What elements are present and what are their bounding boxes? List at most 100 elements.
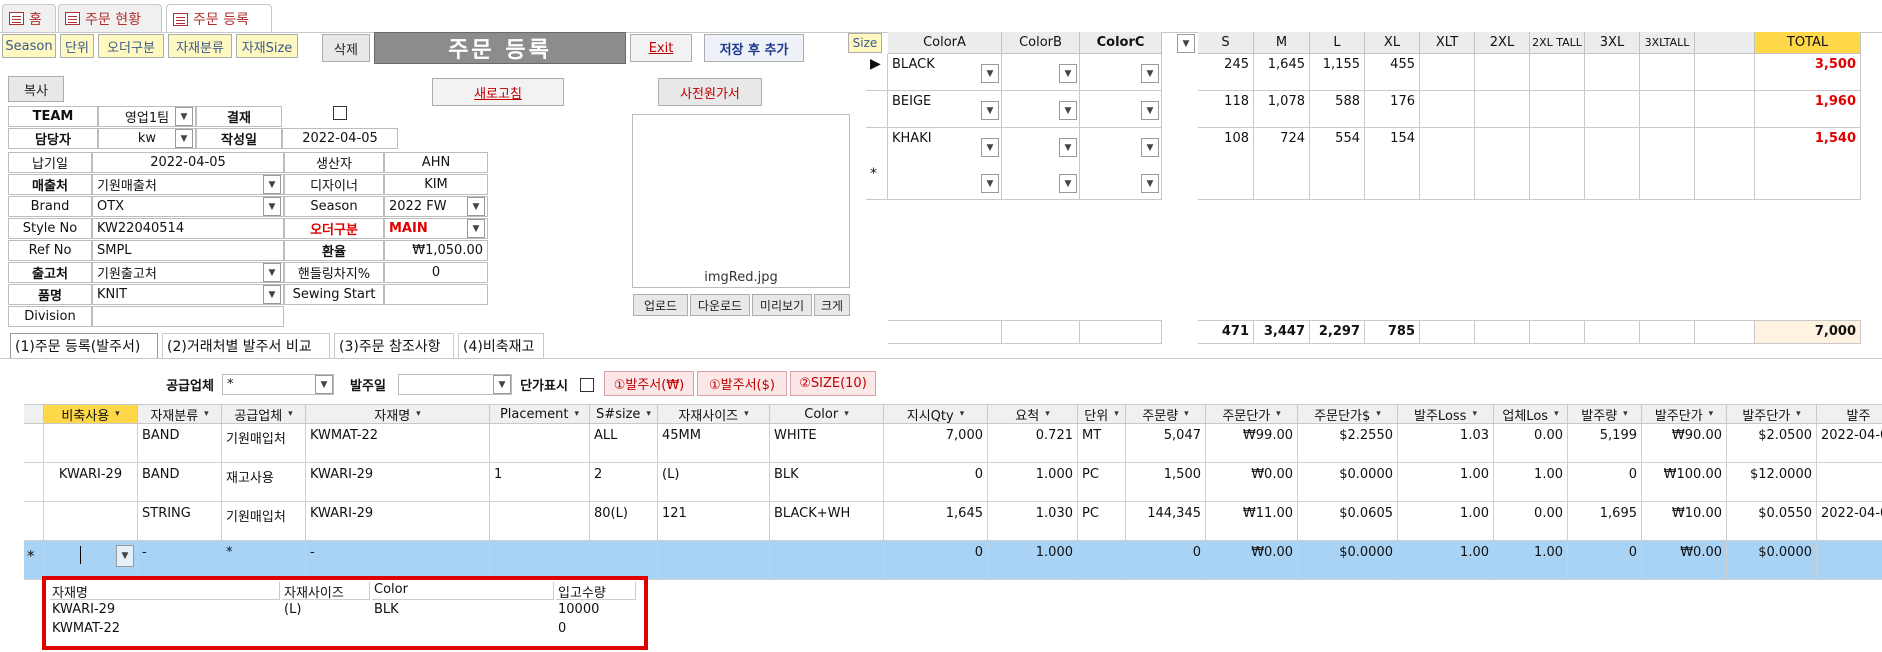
grid-cell[interactable]: BLK bbox=[770, 463, 884, 502]
sort-arrow-icon[interactable]: ▾ bbox=[416, 409, 421, 419]
handling-field[interactable]: 0 bbox=[384, 262, 488, 283]
enlarge-button[interactable]: 크게 bbox=[814, 294, 850, 316]
grid-cell[interactable]: 1.000 bbox=[988, 463, 1078, 502]
tab-order-register[interactable]: 주문 등록 bbox=[166, 4, 272, 33]
grid-cell[interactable]: ₩100.00 bbox=[1642, 463, 1727, 502]
grid-cell[interactable]: 2 bbox=[590, 463, 658, 502]
grid-corner[interactable] bbox=[24, 404, 44, 424]
size-report-button[interactable]: ②SIZE(10) bbox=[790, 371, 876, 396]
refresh-button[interactable]: 새로고침 bbox=[432, 78, 564, 106]
popup-cell[interactable]: KWARI-29 bbox=[50, 602, 280, 620]
grid-cell[interactable]: 1,695 bbox=[1568, 502, 1642, 541]
material-size-button[interactable]: 자재Size bbox=[236, 34, 298, 58]
row-selector[interactable] bbox=[866, 128, 888, 165]
grid-cell[interactable]: ₩0.00 bbox=[1206, 541, 1298, 580]
chevron-down-icon[interactable]: ▼ bbox=[1141, 138, 1159, 157]
size-qty-cell[interactable] bbox=[1420, 164, 1475, 200]
size-qty-cell[interactable] bbox=[1420, 128, 1475, 165]
grid-cell[interactable] bbox=[1817, 541, 1882, 580]
tab-order-status[interactable]: 주문 현황 bbox=[58, 4, 162, 32]
size-qty-cell[interactable] bbox=[1530, 54, 1585, 91]
column-header[interactable]: 자재명 ▾ bbox=[306, 404, 490, 424]
grid-cell[interactable]: 1.00 bbox=[1494, 463, 1568, 502]
grid-cell[interactable]: 1.00 bbox=[1398, 463, 1494, 502]
grid-cell[interactable]: BAND bbox=[138, 424, 222, 463]
item-select[interactable]: KNIT bbox=[92, 284, 284, 305]
size-total-cell[interactable]: 3,500 bbox=[1755, 54, 1861, 91]
size-qty-cell[interactable] bbox=[1530, 128, 1585, 165]
grid-cell[interactable]: 0 bbox=[884, 463, 988, 502]
unit-button[interactable]: 단위 bbox=[60, 34, 94, 58]
grid-cell[interactable]: ₩99.00 bbox=[1206, 424, 1298, 463]
grid-cell[interactable]: 2022-04-0 bbox=[1817, 424, 1882, 463]
order-type-button[interactable]: 오더구분 bbox=[98, 34, 164, 58]
grid-cell[interactable]: 1.00 bbox=[1398, 502, 1494, 541]
popup-cell[interactable]: BLK bbox=[372, 602, 554, 620]
row-selector[interactable] bbox=[866, 91, 888, 128]
grid-cell[interactable]: PC bbox=[1078, 463, 1126, 502]
column-header[interactable]: 지시Qty ▾ bbox=[884, 404, 988, 424]
sort-arrow-icon[interactable]: ▾ bbox=[1184, 409, 1189, 419]
grid-cell[interactable] bbox=[490, 502, 590, 541]
column-header[interactable]: 비축사용 ▾ bbox=[44, 404, 138, 424]
column-header[interactable]: 발주단가 ▾ bbox=[1727, 404, 1817, 424]
grid-cell[interactable]: 1.030 bbox=[988, 502, 1078, 541]
created-field[interactable]: 2022-04-05 bbox=[282, 128, 398, 149]
copy-button[interactable]: 복사 bbox=[8, 76, 64, 102]
due-field[interactable]: 2022-04-05 bbox=[92, 152, 284, 173]
grid-cell[interactable]: 0.721 bbox=[988, 424, 1078, 463]
column-header[interactable]: 주문단가 ▾ bbox=[1206, 404, 1298, 424]
row-selector[interactable] bbox=[24, 463, 44, 502]
grid-cell[interactable]: 1.03 bbox=[1398, 424, 1494, 463]
size-qty-cell[interactable]: 1,645 bbox=[1254, 54, 1310, 91]
size-qty-cell[interactable]: 455 bbox=[1365, 54, 1420, 91]
sort-arrow-icon[interactable]: ▾ bbox=[1045, 409, 1050, 419]
chevron-down-icon[interactable]: ▼ bbox=[1141, 174, 1159, 193]
column-header[interactable]: 발주Loss ▾ bbox=[1398, 404, 1494, 424]
row-selector[interactable] bbox=[24, 502, 44, 541]
column-header[interactable]: Placement ▾ bbox=[490, 404, 590, 424]
size-qty-cell[interactable] bbox=[1695, 164, 1755, 200]
grid-cell[interactable] bbox=[1078, 541, 1126, 580]
chevron-down-icon[interactable]: ▼ bbox=[493, 375, 511, 394]
size-qty-cell[interactable] bbox=[1695, 54, 1755, 91]
chevron-down-icon[interactable]: ▼ bbox=[263, 175, 281, 194]
column-header[interactable]: 요척 ▾ bbox=[988, 404, 1078, 424]
size-qty-cell[interactable]: 588 bbox=[1310, 91, 1365, 128]
size-qty-cell[interactable] bbox=[1310, 164, 1365, 200]
chevron-down-icon[interactable]: ▼ bbox=[467, 219, 485, 238]
grid-cell[interactable]: 1.00 bbox=[1494, 541, 1568, 580]
chevron-down-icon[interactable]: ▼ bbox=[467, 197, 485, 216]
grid-cell[interactable] bbox=[590, 541, 658, 580]
subtab-order-notes[interactable]: (3)주문 참조사항 bbox=[334, 333, 454, 358]
chevron-down-icon[interactable]: ▼ bbox=[981, 64, 999, 83]
grid-cell[interactable]: STRING bbox=[138, 502, 222, 541]
grid-cell[interactable]: 0.00 bbox=[1494, 424, 1568, 463]
grid-cell[interactable]: 1,500 bbox=[1126, 463, 1206, 502]
popup-cell[interactable]: 10000 bbox=[556, 602, 636, 620]
grid-cell[interactable]: 1 bbox=[490, 463, 590, 502]
sort-arrow-icon[interactable]: ▾ bbox=[1796, 409, 1801, 419]
column-header[interactable]: 주문량 ▾ bbox=[1126, 404, 1206, 424]
grid-cell[interactable]: $0.0000 bbox=[1298, 541, 1398, 580]
sort-arrow-icon[interactable]: ▾ bbox=[646, 409, 651, 419]
price-checkbox[interactable] bbox=[580, 378, 594, 392]
chevron-down-icon[interactable]: ▼ bbox=[1141, 64, 1159, 83]
size-qty-cell[interactable] bbox=[1585, 54, 1640, 91]
grid-cell[interactable]: $2.0500 bbox=[1727, 424, 1817, 463]
popup-cell[interactable]: (L) bbox=[282, 602, 370, 620]
grid-cell[interactable]: 재고사용 bbox=[222, 463, 306, 502]
grid-cell[interactable]: 1.00 bbox=[1398, 541, 1494, 580]
grid-cell[interactable]: KWARI-29 bbox=[306, 502, 490, 541]
sort-arrow-icon[interactable]: ▾ bbox=[744, 409, 749, 419]
grid-cell[interactable] bbox=[44, 502, 138, 541]
grid-cell[interactable]: $12.0000 bbox=[1727, 463, 1817, 502]
grid-cell[interactable]: $2.2550 bbox=[1298, 424, 1398, 463]
subtab-order-register[interactable]: (1)주문 등록(발주서) bbox=[10, 333, 158, 358]
size-qty-cell[interactable] bbox=[1695, 128, 1755, 165]
grid-cell[interactable]: 0.00 bbox=[1494, 502, 1568, 541]
division-field[interactable] bbox=[92, 306, 284, 327]
ship-select[interactable]: 기원출고처 bbox=[92, 262, 284, 283]
row-selector[interactable]: * bbox=[866, 164, 888, 200]
size-qty-cell[interactable] bbox=[1475, 128, 1530, 165]
